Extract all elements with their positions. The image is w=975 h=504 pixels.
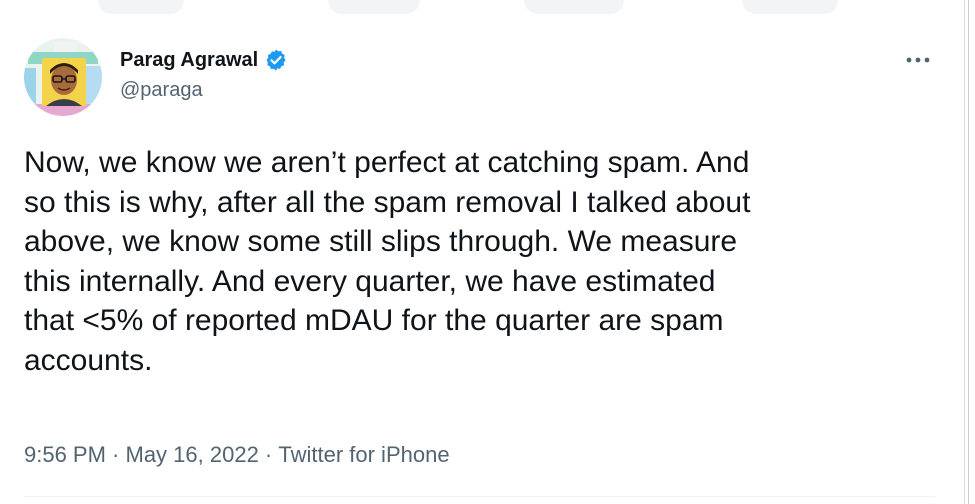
window-edge [964,0,975,504]
more-options-button[interactable] [903,46,933,74]
tweet-meta: 9:56 PM · May 16, 2022 · Twitter for iPh… [24,440,450,470]
author-handle[interactable]: @paraga [120,76,288,104]
tweet-page: Parag Agrawal @paraga Now, we know we ar… [0,0,975,504]
tweet-text: Now, we know we aren’t perfect at catchi… [24,146,751,377]
verified-badge-icon [264,48,288,72]
tweet-header: Parag Agrawal @paraga [120,46,288,104]
more-options-icon [906,57,930,63]
faded-toolbar [0,0,975,20]
faded-toolbar-item [328,0,420,14]
tweet-time[interactable]: 9:56 PM [24,440,106,470]
author-name[interactable]: Parag Agrawal [120,46,258,74]
tweet-source[interactable]: Twitter for iPhone [278,440,449,470]
author-avatar[interactable] [24,38,102,116]
meta-separator: · [258,442,279,467]
avatar-image [24,38,102,116]
author-name-row: Parag Agrawal [120,46,288,74]
tweet-date[interactable]: May 16, 2022 [126,440,259,470]
faded-toolbar-item [524,0,624,14]
meta-separator: · [105,442,126,467]
faded-toolbar-item [742,0,838,14]
faded-toolbar-item [98,0,184,14]
divider [24,496,935,497]
